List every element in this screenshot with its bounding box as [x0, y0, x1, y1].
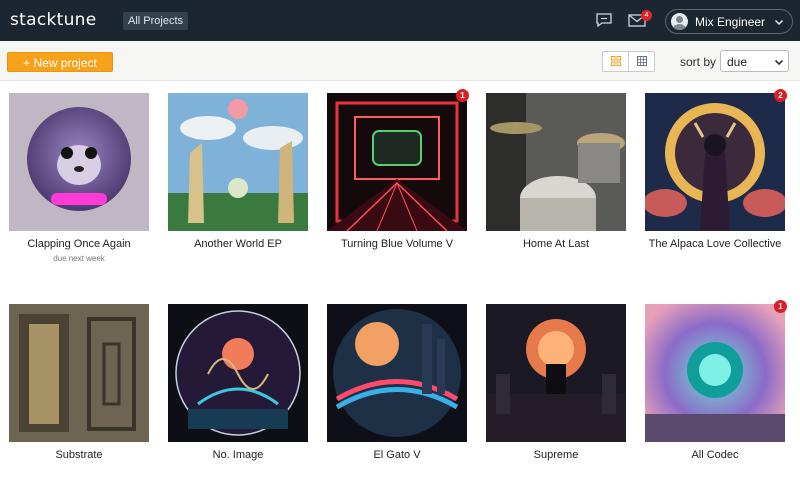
- app-logo[interactable]: stacktune: [10, 10, 97, 30]
- project-cover[interactable]: [645, 304, 785, 442]
- project-title[interactable]: Supreme: [481, 448, 631, 463]
- mail-count-badge: 4: [641, 10, 652, 21]
- user-name: Mix Engineer: [695, 15, 766, 29]
- project-cover[interactable]: [9, 93, 149, 231]
- user-avatar-icon: [671, 13, 688, 30]
- chat-bubble-icon[interactable]: [595, 12, 613, 28]
- project-cover[interactable]: [327, 93, 467, 231]
- view-toggle: [602, 51, 655, 72]
- notification-badge: 1: [456, 89, 469, 102]
- toolbar: + New project sort by due: [0, 41, 800, 81]
- project-due-text: due next week: [53, 254, 105, 263]
- sort-select[interactable]: due: [720, 50, 789, 72]
- large-grid-view-button[interactable]: [603, 52, 629, 71]
- project-title[interactable]: El Gato V: [322, 448, 472, 463]
- notification-badge: 1: [774, 300, 787, 313]
- small-grid-view-button[interactable]: [629, 52, 655, 71]
- project-title[interactable]: The Alpaca Love Collective: [640, 237, 790, 252]
- project-title[interactable]: Substrate: [4, 448, 154, 463]
- project-title[interactable]: All Codec: [640, 448, 790, 463]
- sort-label: sort by: [680, 55, 717, 69]
- notification-badge: 2: [774, 89, 787, 102]
- sort-selected-value: due: [727, 55, 748, 69]
- project-cover[interactable]: [645, 93, 785, 231]
- project-cover[interactable]: [168, 304, 308, 442]
- all-projects-link[interactable]: All Projects: [123, 12, 189, 30]
- new-project-button[interactable]: + New project: [7, 52, 113, 72]
- top-navbar: stacktune All Projects 4 Mix Engineer: [0, 0, 800, 41]
- project-title[interactable]: No. Image: [163, 448, 313, 463]
- project-cover[interactable]: [486, 304, 626, 442]
- project-cover[interactable]: [327, 304, 467, 442]
- small-grid-icon: [637, 56, 647, 66]
- project-title[interactable]: Turning Blue Volume V: [322, 237, 472, 252]
- chevron-down-icon: [774, 19, 784, 26]
- project-title[interactable]: Another World EP: [163, 237, 313, 252]
- project-cover[interactable]: [9, 304, 149, 442]
- project-cover[interactable]: [486, 93, 626, 231]
- project-title[interactable]: Home At Last: [481, 237, 631, 252]
- chevron-down-icon: [774, 59, 784, 66]
- large-grid-icon: [611, 56, 621, 66]
- project-title[interactable]: Clapping Once Again: [4, 237, 154, 252]
- user-menu-button[interactable]: Mix Engineer: [665, 9, 793, 34]
- project-cover[interactable]: [168, 93, 308, 231]
